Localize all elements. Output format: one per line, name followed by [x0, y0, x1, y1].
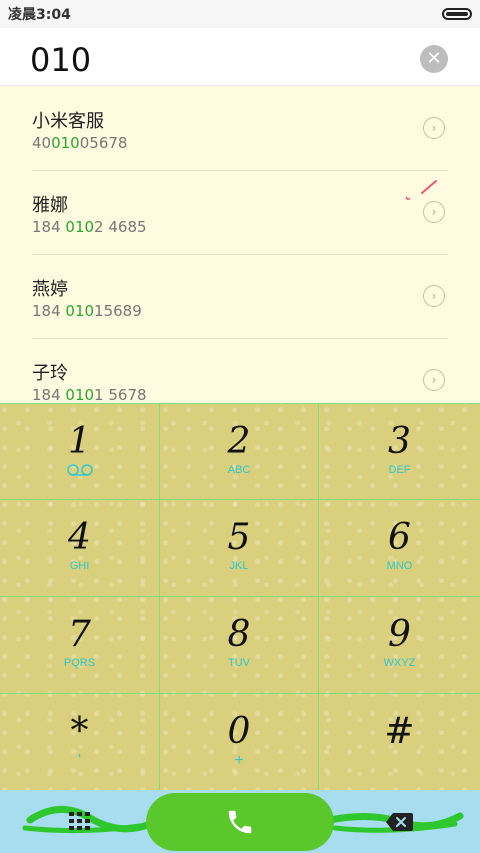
search-bar: ✕: [0, 28, 480, 86]
key-3[interactable]: 3 DEF: [319, 404, 480, 500]
key-letters: ': [77, 752, 82, 769]
key-1[interactable]: 1: [0, 404, 160, 500]
key-digit: 4: [68, 517, 91, 558]
contact-number: 4001005678: [32, 134, 128, 152]
list-item[interactable]: 燕婷 184 01015689 ›: [0, 255, 480, 339]
phone-icon: [228, 810, 252, 834]
chevron-right-icon[interactable]: ›: [423, 369, 445, 391]
battery-icon: [442, 8, 472, 20]
key-letters: MNO: [386, 560, 413, 572]
key-letters: WXYZ: [383, 657, 416, 669]
key-digit: 9: [388, 614, 411, 655]
clear-icon[interactable]: ✕: [420, 45, 448, 73]
list-item[interactable]: 子玲 184 0101 5678 ›: [0, 339, 480, 403]
key-digit: 8: [227, 614, 251, 655]
key-letters: JKL: [229, 560, 249, 572]
status-bar: 凌晨3:04: [0, 0, 480, 28]
number-match-highlight: 010: [65, 386, 95, 403]
key-6[interactable]: 6 MNO: [319, 500, 480, 597]
status-time: 凌晨3:04: [8, 7, 71, 23]
key-star[interactable]: * ': [0, 694, 160, 791]
key-digit: 1: [68, 421, 91, 462]
key-0[interactable]: 0 +: [160, 694, 319, 791]
key-digit: 0: [227, 711, 251, 752]
contact-results-list: 小米客服 4001005678 › 雅娜 184 0102 4685 › 燕婷 …: [0, 87, 480, 403]
list-item[interactable]: 小米客服 4001005678 ›: [0, 87, 480, 171]
call-button[interactable]: [146, 793, 334, 851]
bottom-action-bar: [0, 790, 480, 853]
chevron-right-icon[interactable]: ›: [423, 285, 445, 307]
key-digit: 6: [388, 517, 411, 558]
key-digit: 2: [227, 421, 251, 462]
voicemail-icon: [67, 464, 93, 476]
key-digit: 5: [227, 517, 251, 558]
key-digit: *: [70, 711, 89, 752]
key-letters: +: [234, 752, 244, 769]
dial-keypad: 1 2 ABC 3 DEF 4 GHI 5 JKL 6 MNO 7 PQRS 8…: [0, 403, 480, 791]
key-5[interactable]: 5 JKL: [160, 500, 319, 597]
key-letters: DEF: [388, 464, 411, 476]
pen-doodle-decoration: [405, 180, 437, 201]
key-letters: ABC: [227, 464, 251, 476]
key-2[interactable]: 2 ABC: [160, 404, 319, 500]
contact-number: 184 01015689: [32, 302, 142, 320]
contact-name: 雅娜: [32, 195, 68, 216]
key-8[interactable]: 8 TUV: [160, 597, 319, 694]
number-match-highlight: 010: [65, 302, 95, 320]
key-digit: 7: [68, 614, 91, 655]
number-match-highlight: 010: [51, 134, 80, 152]
contact-name: 子玲: [32, 363, 68, 384]
contact-name: 燕婷: [32, 279, 68, 300]
dial-number-input[interactable]: [30, 40, 390, 80]
contact-name: 小米客服: [32, 111, 104, 132]
chevron-right-icon[interactable]: ›: [423, 117, 445, 139]
key-letters: GHI: [69, 560, 90, 572]
contact-number: 184 0102 4685: [32, 218, 147, 236]
key-digit: #: [384, 711, 415, 752]
key-letters: TUV: [228, 657, 250, 669]
number-match-highlight: 010: [65, 218, 95, 236]
key-9[interactable]: 9 WXYZ: [319, 597, 480, 694]
key-letters: PQRS: [63, 657, 96, 669]
key-4[interactable]: 4 GHI: [0, 500, 160, 597]
contact-number: 184 0101 5678: [32, 386, 147, 403]
backspace-icon[interactable]: [384, 810, 414, 834]
key-pound[interactable]: #: [319, 694, 480, 791]
dialpad-icon[interactable]: [67, 809, 93, 835]
key-7[interactable]: 7 PQRS: [0, 597, 160, 694]
key-digit: 3: [388, 421, 411, 462]
